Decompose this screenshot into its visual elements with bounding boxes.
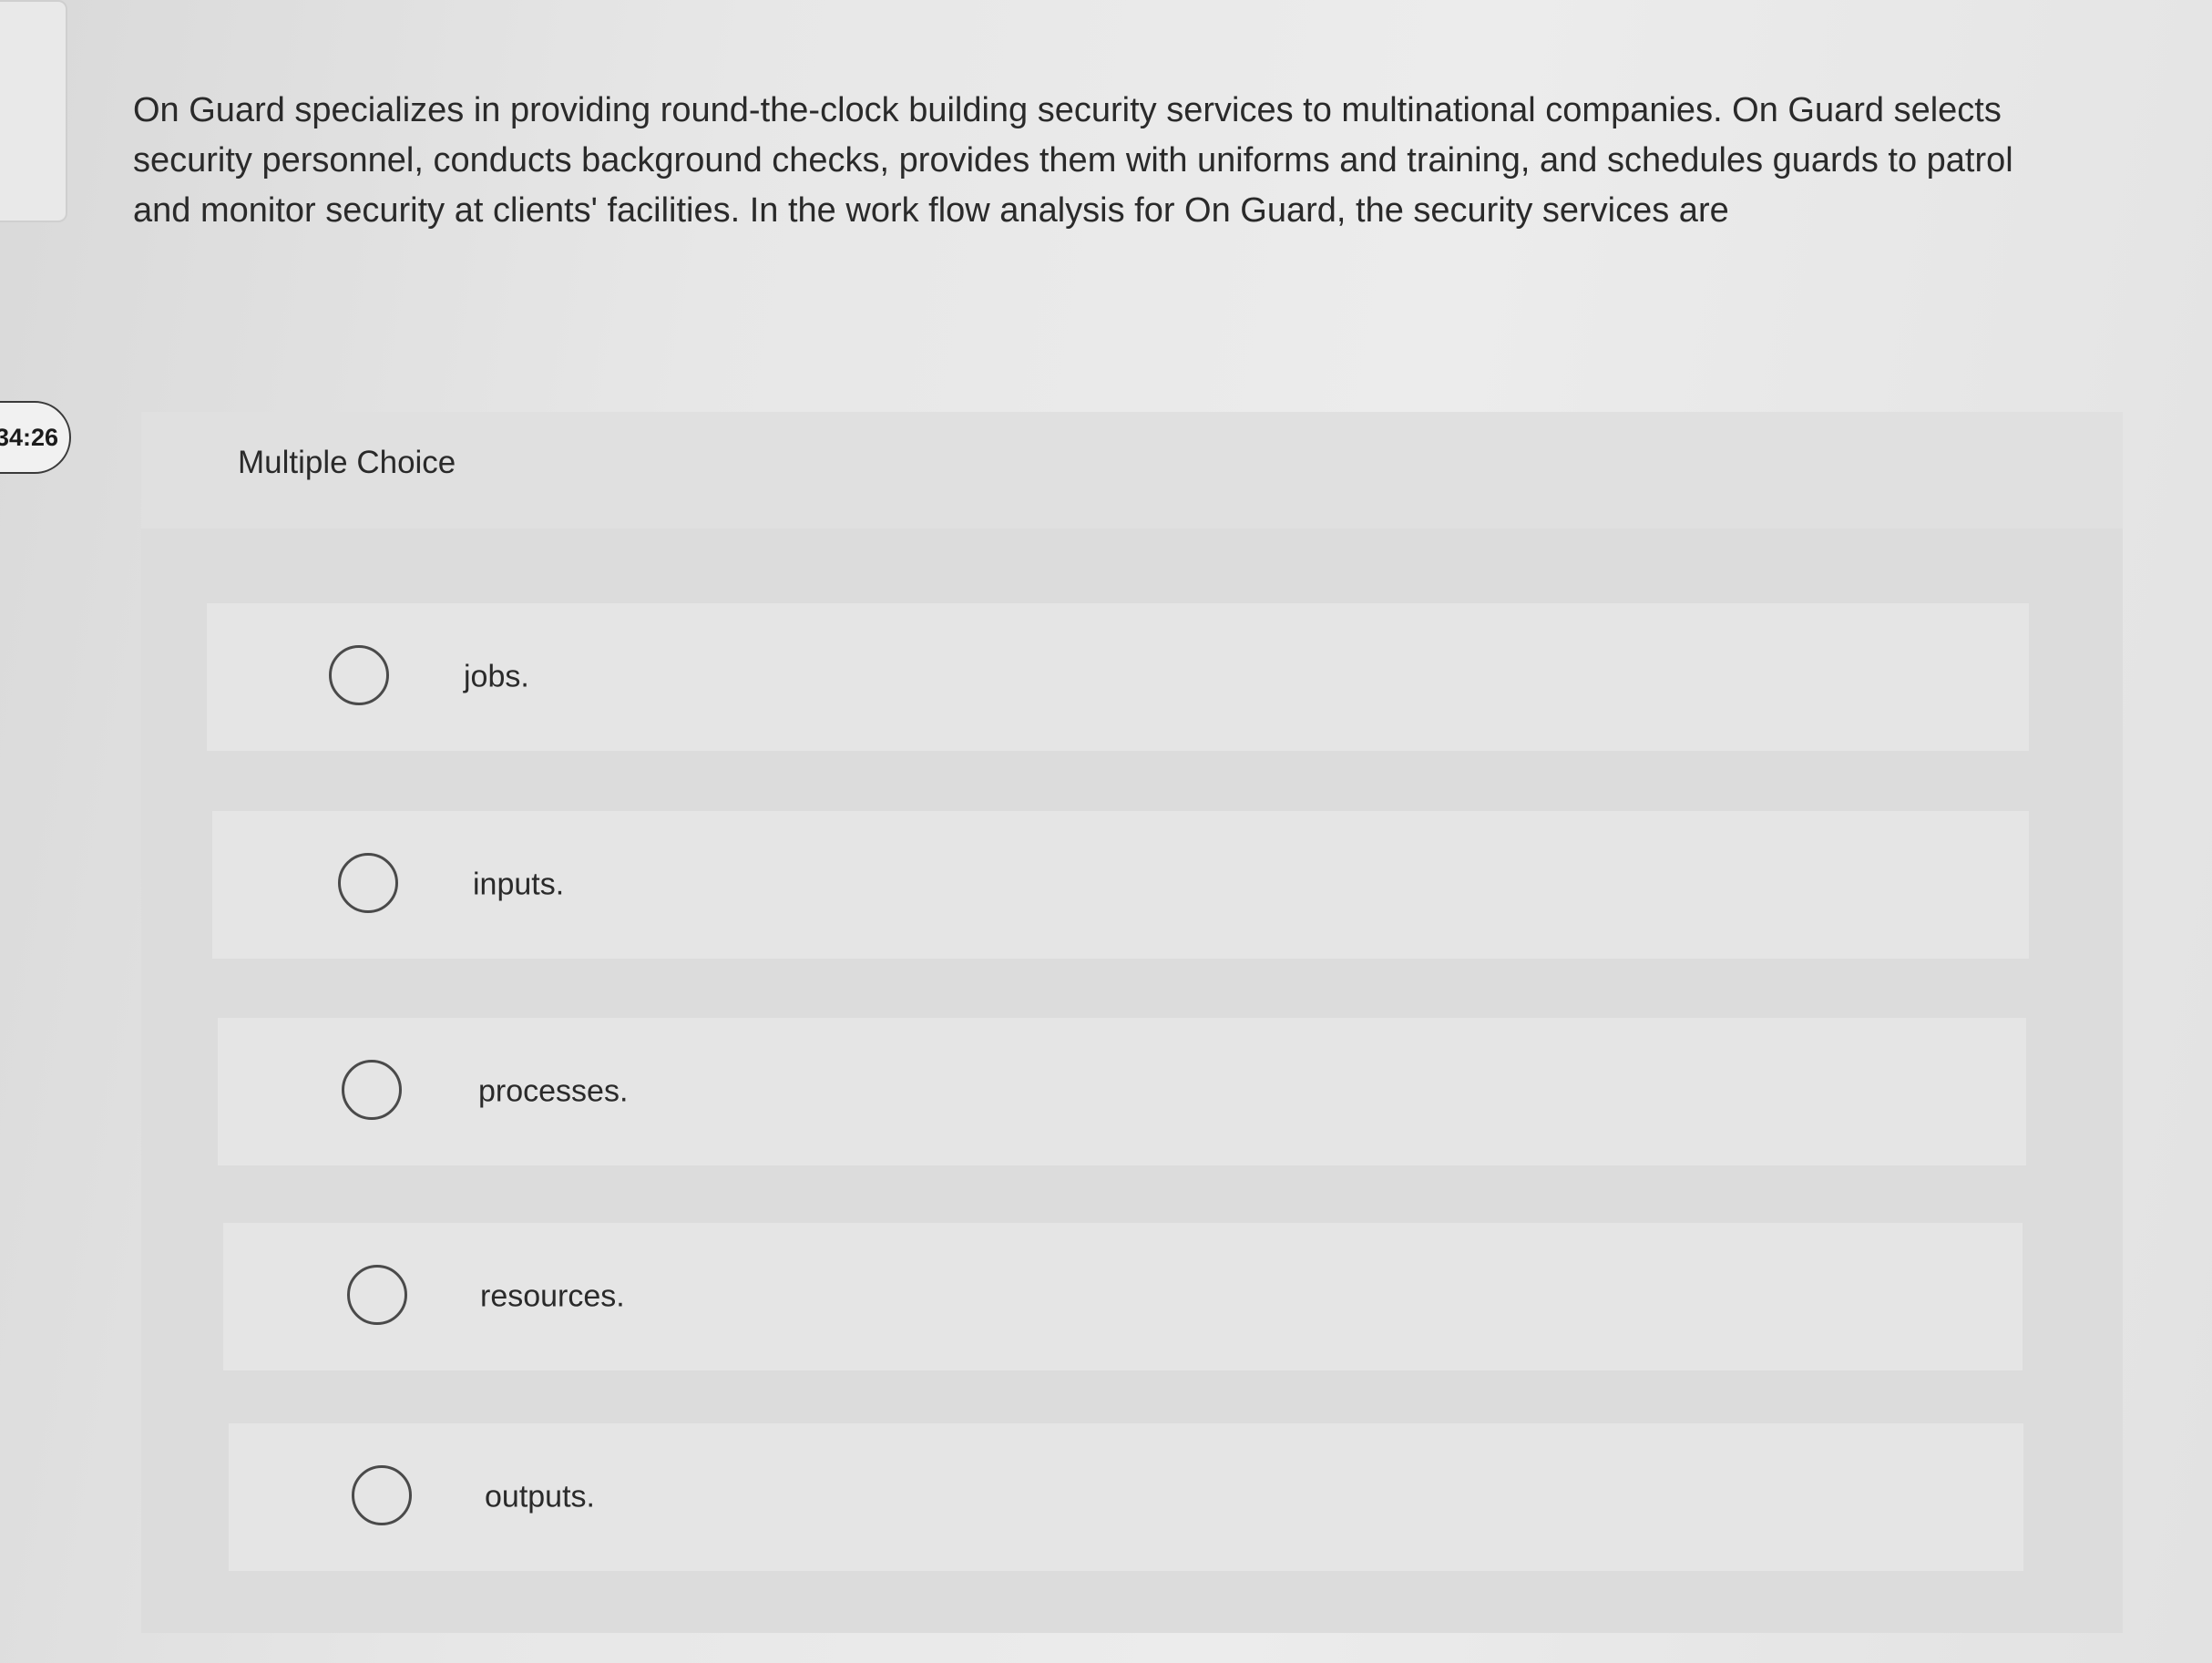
multiple-choice-header: Multiple Choice (141, 412, 2123, 529)
answer-label: jobs. (464, 659, 529, 694)
question-text: On Guard specializes in providing round-… (133, 91, 2013, 230)
timer-text: 34:26 (0, 423, 58, 451)
answer-option-inputs[interactable]: inputs. (212, 811, 2029, 959)
answer-option-jobs[interactable]: jobs. (207, 603, 2029, 751)
multiple-choice-label: Multiple Choice (238, 445, 456, 480)
radio-button[interactable] (329, 645, 389, 705)
answer-option-outputs[interactable]: outputs. (229, 1423, 2023, 1571)
multiple-choice-card: Multiple Choice jobs. inputs. processes.… (141, 412, 2123, 1633)
radio-button[interactable] (342, 1060, 402, 1120)
radio-button[interactable] (338, 853, 398, 913)
answer-option-processes[interactable]: processes. (218, 1018, 2026, 1165)
timer-badge: 34:26 (0, 401, 71, 474)
radio-button[interactable] (347, 1265, 407, 1325)
radio-button[interactable] (352, 1465, 412, 1525)
answer-label: processes. (478, 1073, 629, 1109)
answer-label: outputs. (485, 1479, 595, 1514)
answer-label: inputs. (473, 867, 565, 902)
answer-option-resources[interactable]: resources. (223, 1223, 2023, 1370)
answer-label: resources. (480, 1278, 625, 1314)
left-edge-tab (0, 0, 67, 222)
